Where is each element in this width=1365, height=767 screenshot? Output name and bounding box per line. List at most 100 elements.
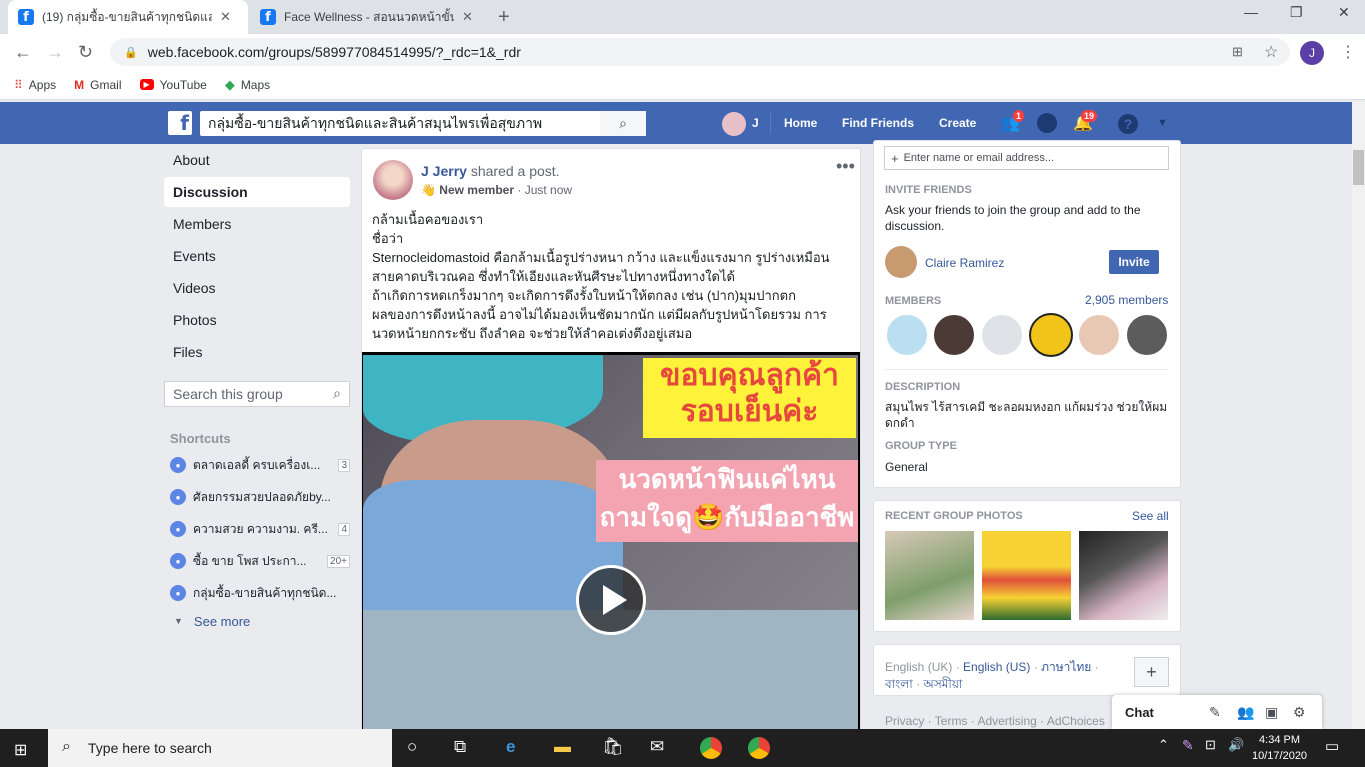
chat-bar[interactable]: Chat ✎ 👥 ▣ ⚙: [1112, 695, 1322, 729]
nav-create[interactable]: Create: [939, 116, 976, 130]
member-avatar[interactable]: [980, 313, 1024, 357]
close-tab-icon[interactable]: ✕: [220, 9, 231, 25]
close-tab-icon[interactable]: ✕: [462, 9, 473, 25]
chrome-icon[interactable]: [700, 737, 722, 759]
forward-icon[interactable]: →: [46, 42, 64, 63]
scrollbar-thumb[interactable]: [1353, 150, 1364, 185]
network-icon[interactable]: ⊡: [1205, 737, 1216, 753]
group-search-input[interactable]: Search this group ⌕: [164, 381, 350, 407]
translate-icon[interactable]: ⊞: [1232, 44, 1243, 60]
member-avatar[interactable]: [1029, 313, 1073, 357]
language-link[interactable]: ภาษาไทย: [1041, 660, 1091, 674]
profile-avatar[interactable]: [722, 112, 746, 136]
back-icon[interactable]: ←: [14, 42, 32, 63]
friend-avatar[interactable]: [885, 246, 917, 278]
post-time[interactable]: Just now: [525, 183, 572, 197]
play-button-icon[interactable]: [576, 565, 646, 635]
edge-icon[interactable]: e: [506, 737, 515, 757]
shortcut-item[interactable]: ● ซื้อ ขาย โพส ประกา... 20+: [170, 550, 350, 572]
bookmark-star-icon[interactable]: ☆: [1264, 42, 1278, 62]
notifications-center-icon[interactable]: ▭: [1325, 737, 1339, 755]
shortcut-item[interactable]: ● ความสวย ความงาม. ครี... 4: [170, 518, 350, 540]
invite-heading: INVITE FRIENDS: [885, 184, 972, 196]
tray-chevron-up-icon[interactable]: ⌃: [1158, 737, 1169, 753]
bookmark-youtube[interactable]: ▶ YouTube: [139, 78, 207, 92]
video-call-icon[interactable]: ▣: [1265, 704, 1278, 721]
member-avatar[interactable]: [1125, 313, 1169, 357]
nav-members[interactable]: Members: [164, 209, 350, 239]
chrome-icon[interactable]: [748, 737, 770, 759]
invite-button[interactable]: Invite: [1109, 250, 1159, 274]
nav-home[interactable]: Home: [784, 116, 817, 130]
author-avatar[interactable]: [373, 160, 413, 200]
page-scrollbar[interactable]: [1352, 102, 1365, 729]
facebook-logo-icon[interactable]: f: [168, 111, 192, 135]
pen-icon[interactable]: ✎: [1182, 737, 1194, 754]
member-avatar[interactable]: [932, 313, 976, 357]
group-chat-icon[interactable]: 👥: [1237, 704, 1254, 721]
see-all-link[interactable]: See all: [1132, 509, 1169, 523]
suggested-friend-name[interactable]: Claire Ramirez: [925, 256, 1004, 270]
task-view-icon[interactable]: ⧉: [454, 737, 466, 757]
nav-photos[interactable]: Photos: [164, 305, 350, 335]
help-icon[interactable]: ?: [1118, 114, 1138, 134]
nav-files[interactable]: Files: [164, 337, 350, 367]
member-avatar[interactable]: [885, 313, 929, 357]
add-language-button[interactable]: +: [1134, 657, 1169, 687]
new-tab-icon[interactable]: +: [498, 6, 510, 29]
reload-icon[interactable]: ↻: [78, 42, 93, 63]
browser-tab[interactable]: f Face Wellness - สอนนวดหน้าขั้นสูงด้ ✕: [250, 0, 490, 34]
browser-menu-icon[interactable]: ⋮: [1340, 42, 1356, 62]
profile-avatar[interactable]: J: [1300, 41, 1324, 65]
settings-gear-icon[interactable]: ⚙: [1293, 704, 1306, 721]
messenger-icon[interactable]: [1037, 113, 1057, 133]
nav-events[interactable]: Events: [164, 241, 350, 271]
footer-links[interactable]: Privacy · Terms · Advertising · AdChoice…: [885, 714, 1105, 728]
language-link[interactable]: বাংলা: [885, 677, 913, 691]
store-icon[interactable]: 🛍: [602, 737, 624, 757]
nav-videos[interactable]: Videos: [164, 273, 350, 303]
more-options-icon[interactable]: •••: [836, 156, 855, 177]
bookmark-maps[interactable]: ◆ Maps: [225, 77, 270, 93]
add-member-input[interactable]: + Enter name or email address...: [884, 146, 1169, 170]
volume-icon[interactable]: 🔊: [1228, 737, 1244, 753]
taskbar-search-input[interactable]: ⌕ Type here to search: [48, 729, 392, 767]
shortcut-item[interactable]: ● ศัลยกรรมสวยปลอดภัยby...: [170, 486, 350, 508]
search-icon[interactable]: ⌕: [333, 385, 341, 402]
cortana-icon[interactable]: ○: [407, 737, 417, 757]
windows-start-icon[interactable]: ⊞: [14, 740, 27, 760]
group-photo-thumbnail[interactable]: [885, 531, 974, 620]
nav-find-friends[interactable]: Find Friends: [842, 116, 914, 130]
language-link[interactable]: English (US): [963, 660, 1030, 674]
mail-icon[interactable]: ✉: [650, 737, 664, 757]
language-link[interactable]: অসমীয়া: [923, 677, 962, 691]
member-avatar[interactable]: [1077, 313, 1121, 357]
minimize-icon[interactable]: —: [1244, 4, 1258, 20]
author-name[interactable]: J Jerry: [421, 163, 467, 179]
group-photo-thumbnail[interactable]: [982, 531, 1071, 620]
file-explorer-icon[interactable]: ▬: [554, 737, 571, 757]
nav-discussion[interactable]: Discussion: [164, 177, 350, 207]
nav-about[interactable]: About: [164, 145, 350, 175]
close-window-icon[interactable]: ✕: [1338, 4, 1350, 21]
see-more-link[interactable]: ▼ See more: [170, 610, 350, 632]
shortcut-item[interactable]: ● ตลาดเอลดี้ ครบเครื่องเ... 3: [170, 454, 350, 476]
member-badge: New member: [439, 183, 514, 197]
shortcut-name: ซื้อ ขาย โพส ประกา...: [193, 553, 307, 568]
restore-icon[interactable]: ❐: [1290, 4, 1303, 21]
facebook-search-input[interactable]: กลุ่มซื้อ-ขายสินค้าทุกชนิดและสินค้าสมุนไ…: [200, 111, 646, 136]
shortcut-item[interactable]: ● กลุ่มซื้อ-ขายสินค้าทุกชนิด...: [170, 582, 350, 604]
compose-icon[interactable]: ✎: [1209, 704, 1221, 721]
bookmark-gmail[interactable]: M Gmail: [74, 78, 121, 92]
members-count-link[interactable]: 2,905 members: [1085, 293, 1168, 307]
address-bar[interactable]: 🔒 web.facebook.com/groups/58997708451499…: [110, 38, 1290, 66]
search-icon: ⌕: [62, 738, 71, 755]
browser-tab-active[interactable]: f (19) กลุ่มซื้อ-ขายสินค้าทุกชนิดและสิน …: [8, 0, 248, 34]
profile-link[interactable]: J: [752, 116, 759, 130]
taskbar-clock[interactable]: 4:34 PM 10/17/2020: [1252, 732, 1307, 764]
bookmark-apps[interactable]: ⠿ Apps: [14, 78, 56, 92]
search-icon[interactable]: ⌕: [600, 111, 646, 136]
account-menu-chevron-icon[interactable]: ▼: [1157, 117, 1168, 129]
tab-title: Face Wellness - สอนนวดหน้าขั้นสูงด้: [284, 9, 454, 24]
group-photo-thumbnail[interactable]: [1079, 531, 1168, 620]
